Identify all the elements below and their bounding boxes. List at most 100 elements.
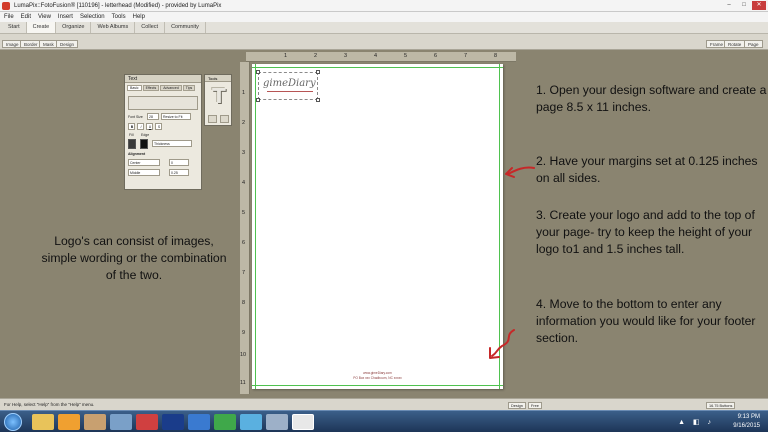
horizontal-align-select[interactable]: Center bbox=[128, 159, 160, 166]
maximize-button[interactable]: □ bbox=[737, 1, 751, 10]
text-panel-tab-tips[interactable]: Tips bbox=[182, 85, 196, 91]
text-properties-panel: Text Basic Effects Advanced Tips Font Si… bbox=[124, 74, 202, 190]
text-tool-icon[interactable]: T bbox=[210, 86, 228, 106]
media-player-icon[interactable] bbox=[58, 414, 80, 430]
minimize-button[interactable]: – bbox=[722, 1, 736, 10]
resize-handle[interactable] bbox=[316, 98, 320, 102]
ruler-top-label: 6 bbox=[434, 53, 438, 59]
status-zoom-box[interactable]: 16.75 Buttons bbox=[706, 402, 736, 409]
ruler-left-label: 7 bbox=[242, 270, 246, 276]
menu-selection[interactable]: Selection bbox=[80, 12, 105, 22]
ruler-top-label: 8 bbox=[494, 53, 498, 59]
text-panel-tab-effects[interactable]: Effects bbox=[142, 85, 160, 91]
acrobat-icon[interactable] bbox=[136, 414, 158, 430]
status-bar: For Help, select "Help" from the "Help" … bbox=[0, 398, 768, 410]
letter-spacing-input[interactable]: 0.25 bbox=[169, 169, 189, 176]
instruction-step-2: 2. Have your margins set at 0.125 inches… bbox=[536, 154, 758, 185]
edge-color-swatch[interactable] bbox=[140, 139, 148, 149]
fill-label: Fill bbox=[129, 133, 134, 137]
status-free-box[interactable]: Free bbox=[528, 402, 542, 409]
resize-handle[interactable] bbox=[256, 98, 260, 102]
line-spacing-input[interactable]: 0 bbox=[169, 159, 189, 166]
file-explorer-icon[interactable] bbox=[32, 414, 54, 430]
ruler-left-label: 5 bbox=[242, 210, 246, 216]
toolbar-rotate-button[interactable]: Rotate bbox=[724, 40, 746, 48]
toolbar-design-button[interactable]: Design bbox=[56, 40, 79, 48]
resize-handle[interactable] bbox=[256, 70, 260, 74]
edit-tool-icon[interactable] bbox=[208, 115, 217, 123]
instruction-step-1: 1. Open your design software and create … bbox=[536, 83, 767, 114]
status-mode-box[interactable]: Design bbox=[508, 402, 526, 409]
tab-create[interactable]: Create bbox=[26, 22, 57, 33]
tab-collect[interactable]: Collect bbox=[135, 22, 166, 33]
photoshop-icon[interactable] bbox=[162, 414, 184, 430]
menu-insert[interactable]: Insert bbox=[58, 12, 73, 22]
chrome-icon[interactable] bbox=[214, 414, 236, 430]
ruler-left-label: 8 bbox=[242, 300, 246, 306]
ruler-left-label: 9 bbox=[242, 330, 246, 336]
text-panel-tab-advanced[interactable]: Advanced bbox=[160, 85, 182, 91]
tool-panel-title[interactable]: Tools bbox=[205, 75, 231, 82]
shadow-button[interactable]: S bbox=[155, 123, 162, 130]
ruler-top-label: 3 bbox=[344, 53, 348, 59]
menu-bar: File Edit View Insert Selection Tools He… bbox=[0, 12, 768, 22]
font-size-input[interactable]: 28 bbox=[147, 113, 159, 120]
clock-time: 9:13 PM bbox=[737, 414, 760, 420]
tab-organize[interactable]: Organize bbox=[56, 22, 92, 33]
menu-edit[interactable]: Edit bbox=[21, 12, 31, 22]
menu-view[interactable]: View bbox=[38, 12, 51, 22]
menu-tools[interactable]: Tools bbox=[112, 12, 126, 22]
notepad-icon[interactable] bbox=[266, 414, 288, 430]
word-icon[interactable] bbox=[188, 414, 210, 430]
text-panel-tabs: Basic Effects Advanced Tips bbox=[125, 83, 201, 93]
folder-icon[interactable] bbox=[84, 414, 106, 430]
italic-button[interactable]: I bbox=[137, 123, 144, 130]
mode-tab-bar: Start Create Organize Web Albums Collect… bbox=[0, 22, 768, 34]
ruler-left-label: 10 bbox=[240, 352, 247, 358]
instruction-step-3: 3. Create your logo and add to the top o… bbox=[536, 208, 755, 256]
alignment-label: Alignment bbox=[128, 152, 146, 156]
ruler-top-label: 4 bbox=[374, 53, 378, 59]
footer-arrow-icon bbox=[489, 329, 515, 359]
system-tray-icons[interactable]: ▲ ◧ ♪ bbox=[678, 418, 714, 426]
fotofusion-icon[interactable] bbox=[292, 414, 314, 430]
fill-color-swatch[interactable] bbox=[128, 139, 136, 149]
underline-button[interactable]: U bbox=[146, 123, 153, 130]
bold-button[interactable]: B bbox=[128, 123, 135, 130]
page-canvas[interactable]: gimeDiary www.gimeDiary.com PO Box xxx C… bbox=[252, 64, 503, 389]
toolbar-page-button[interactable]: Page bbox=[744, 40, 763, 48]
clock[interactable]: 9:13 PM 9/16/2015 bbox=[733, 413, 760, 431]
font-size-label: Font Size bbox=[128, 115, 143, 119]
taskbar: ▲ ◧ ♪ 9:13 PM 9/16/2015 bbox=[0, 410, 768, 432]
edge-label: Edge bbox=[141, 133, 150, 137]
menu-help[interactable]: Help bbox=[133, 12, 145, 22]
ruler-left-label: 1 bbox=[242, 90, 246, 96]
footer-line-2[interactable]: PO Box xxx Chadbourn, NC xxxxx bbox=[252, 376, 503, 380]
tab-community[interactable]: Community bbox=[165, 22, 206, 33]
resize-handle[interactable] bbox=[316, 70, 320, 74]
footer-line-1[interactable]: www.gimeDiary.com bbox=[252, 371, 503, 375]
window-title: LumaPix::FotoFusion® [110196] - letterhe… bbox=[14, 3, 222, 9]
logo-frame[interactable]: gimeDiary bbox=[256, 70, 320, 102]
tab-web-albums[interactable]: Web Albums bbox=[91, 22, 136, 33]
resize-tool-icon[interactable] bbox=[220, 115, 229, 123]
start-button[interactable] bbox=[4, 413, 22, 431]
close-button[interactable]: ✕ bbox=[752, 1, 766, 10]
toolbar-mask-button[interactable]: Mask bbox=[39, 40, 58, 48]
mail-icon[interactable] bbox=[110, 414, 132, 430]
ruler-left-label: 2 bbox=[242, 120, 246, 126]
margin-arrow-icon bbox=[505, 166, 535, 178]
ruler-top-label: 2 bbox=[314, 53, 318, 59]
text-panel-title[interactable]: Text bbox=[125, 75, 201, 83]
edge-thickness-select[interactable]: Thickness bbox=[152, 140, 192, 147]
menu-file[interactable]: File bbox=[4, 12, 14, 22]
window-title-bar: LumaPix::FotoFusion® [110196] - letterhe… bbox=[0, 0, 768, 12]
logo-note: Logo's can consist of images, simple wor… bbox=[41, 234, 227, 282]
text-panel-tab-basic[interactable]: Basic bbox=[127, 85, 142, 91]
tab-start[interactable]: Start bbox=[2, 22, 27, 33]
internet-explorer-icon[interactable] bbox=[240, 414, 262, 430]
vertical-align-select[interactable]: Middle bbox=[128, 169, 160, 176]
instruction-step-4: 4. Move to the bottom to enter any infor… bbox=[536, 297, 756, 345]
font-preview-box[interactable] bbox=[128, 96, 198, 110]
fit-mode-select[interactable]: Resize to Fit bbox=[161, 113, 191, 120]
